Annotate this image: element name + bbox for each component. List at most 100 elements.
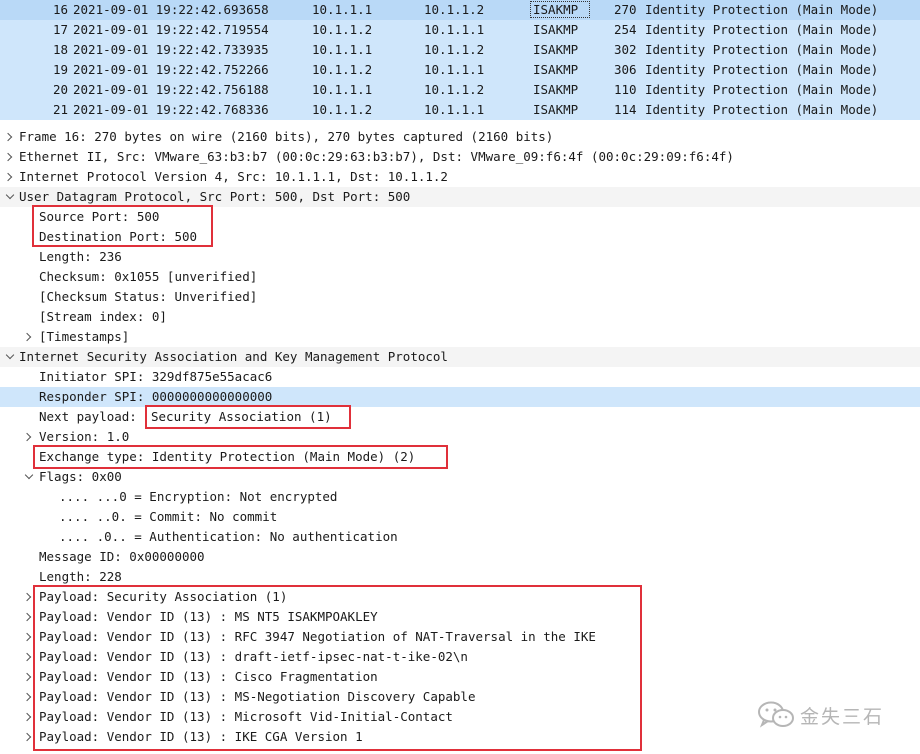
packet-row[interactable]: 19 2021-09-01 19:22:42.752266 10.1.1.2 1… — [0, 60, 920, 80]
tree-item-label: Internet Security Association and Key Ma… — [19, 349, 448, 364]
packet-info: Identity Protection (Main Mode) — [645, 82, 879, 97]
field-label: Next payload: — [39, 409, 145, 424]
packet-destination: 10.1.1.2 — [424, 82, 485, 97]
packet-protocol: ISAKMP — [533, 62, 579, 77]
packet-source: 10.1.1.2 — [312, 102, 373, 117]
highlight-box-ports — [32, 205, 213, 247]
packet-row[interactable]: 21 2021-09-01 19:22:42.768336 10.1.1.2 1… — [0, 100, 920, 120]
field-label: [Stream index: 0] — [39, 309, 167, 324]
field-label: Version: 1.0 — [39, 429, 130, 444]
field-label: .... .0.. = Authentication: No authentic… — [59, 529, 398, 544]
tree-item-ethernet[interactable]: Ethernet II, Src: VMware_63:b3:b7 (00:0c… — [0, 147, 920, 167]
packet-source: 10.1.1.2 — [312, 22, 373, 37]
packet-source: 10.1.1.1 — [312, 2, 373, 17]
packet-row[interactable]: 18 2021-09-01 19:22:42.733935 10.1.1.1 1… — [0, 40, 920, 60]
watermark: 金失三石 — [750, 696, 920, 732]
packet-destination: 10.1.1.2 — [424, 42, 485, 57]
tree-item-label: User Datagram Protocol, Src Port: 500, D… — [19, 189, 411, 204]
packet-info: Identity Protection (Main Mode) — [645, 22, 879, 37]
packet-number: 18 — [52, 42, 68, 57]
packet-source: 10.1.1.1 — [312, 42, 373, 57]
tree-item-label: Frame 16: 270 bytes on wire (2160 bits),… — [19, 129, 554, 144]
packet-number: 21 — [52, 102, 68, 117]
packet-protocol: ISAKMP — [533, 82, 579, 97]
field-label: Checksum: 0x1055 [unverified] — [39, 269, 258, 284]
packet-length: 254 — [614, 22, 637, 37]
packet-info: Identity Protection (Main Mode) — [645, 102, 879, 117]
tree-item-frame[interactable]: Frame 16: 270 bytes on wire (2160 bits),… — [0, 127, 920, 147]
packet-length: 270 — [614, 2, 637, 17]
tree-item-label: Internet Protocol Version 4, Src: 10.1.1… — [19, 169, 448, 184]
field-label: Length: 236 — [39, 249, 122, 264]
tree-item-label: Ethernet II, Src: VMware_63:b3:b7 (00:0c… — [19, 149, 734, 164]
packet-number: 19 — [52, 62, 68, 77]
packet-number: 20 — [52, 82, 68, 97]
wechat-icon — [758, 701, 794, 728]
packet-destination: 10.1.1.2 — [424, 2, 485, 17]
field-label: Initiator SPI: 329df875e55acac6 — [39, 369, 273, 384]
field-label: Message ID: 0x00000000 — [39, 549, 205, 564]
packet-info: Identity Protection (Main Mode) — [645, 62, 879, 77]
tree-item-flag-encryption[interactable]: .... ...0 = Encryption: Not encrypted — [0, 487, 920, 507]
packet-number: 16 — [52, 2, 68, 17]
packet-time: 2021-09-01 19:22:42.752266 — [73, 62, 269, 77]
expand-arrow-icon[interactable] — [23, 427, 35, 447]
tree-item-ipv4[interactable]: Internet Protocol Version 4, Src: 10.1.1… — [0, 167, 920, 187]
packet-length: 114 — [614, 102, 637, 117]
tree-item-message-id[interactable]: Message ID: 0x00000000 — [0, 547, 920, 567]
field-label: Flags: 0x00 — [39, 469, 122, 484]
packet-row[interactable]: 17 2021-09-01 19:22:42.719554 10.1.1.2 1… — [0, 20, 920, 40]
tree-item-checksum[interactable]: Checksum: 0x1055 [unverified] — [0, 267, 920, 287]
tree-item-flag-commit[interactable]: .... ..0. = Commit: No commit — [0, 507, 920, 527]
expand-arrow-icon[interactable] — [23, 327, 35, 347]
packet-protocol: ISAKMP — [533, 22, 579, 37]
expand-arrow-icon[interactable] — [4, 127, 16, 147]
packet-info: Identity Protection (Main Mode) — [645, 42, 879, 57]
packet-protocol: ISAKMP — [533, 102, 579, 117]
packet-source: 10.1.1.2 — [312, 62, 373, 77]
packet-time: 2021-09-01 19:22:42.719554 — [73, 22, 269, 37]
packet-source: 10.1.1.1 — [312, 82, 373, 97]
tree-item-udp-length[interactable]: Length: 236 — [0, 247, 920, 267]
packet-number: 17 — [52, 22, 68, 37]
tree-item-isakmp[interactable]: Internet Security Association and Key Ma… — [0, 347, 920, 367]
tree-item-flag-auth[interactable]: .... .0.. = Authentication: No authentic… — [0, 527, 920, 547]
packet-destination: 10.1.1.1 — [424, 62, 485, 77]
packet-destination: 10.1.1.1 — [424, 22, 485, 37]
packet-time: 2021-09-01 19:22:42.756188 — [73, 82, 269, 97]
expand-arrow-icon[interactable] — [4, 167, 16, 187]
tree-item-flags[interactable]: Flags: 0x00 — [0, 467, 920, 487]
tree-item-initiator-spi[interactable]: Initiator SPI: 329df875e55acac6 — [0, 367, 920, 387]
packet-row[interactable]: 20 2021-09-01 19:22:42.756188 10.1.1.1 1… — [0, 80, 920, 100]
field-label: Length: 228 — [39, 569, 122, 584]
watermark-text: 金失三石 — [800, 706, 885, 728]
highlight-box-next-payload — [145, 405, 351, 429]
tree-item-timestamps[interactable]: [Timestamps] — [0, 327, 920, 347]
tree-item-checksum-status[interactable]: [Checksum Status: Unverified] — [0, 287, 920, 307]
packet-time: 2021-09-01 19:22:42.693658 — [73, 2, 269, 17]
packet-details-pane[interactable]: Frame 16: 270 bytes on wire (2160 bits),… — [0, 122, 920, 754]
expand-arrow-icon[interactable] — [4, 147, 16, 167]
tree-item-responder-spi[interactable]: Responder SPI: 0000000000000000 — [0, 387, 920, 407]
field-label: .... ...0 = Encryption: Not encrypted — [59, 489, 338, 504]
tree-item-isakmp-length[interactable]: Length: 228 — [0, 567, 920, 587]
packet-time: 2021-09-01 19:22:42.733935 — [73, 42, 269, 57]
packet-length: 306 — [614, 62, 637, 77]
packet-length: 302 — [614, 42, 637, 57]
packet-length: 110 — [614, 82, 637, 97]
packet-list[interactable]: 16 2021-09-01 19:22:42.693658 10.1.1.1 1… — [0, 0, 920, 120]
highlight-box-payloads — [33, 585, 642, 751]
collapse-arrow-icon[interactable] — [4, 347, 16, 367]
field-label: [Checksum Status: Unverified] — [39, 289, 258, 304]
tree-item-udp[interactable]: User Datagram Protocol, Src Port: 500, D… — [0, 187, 920, 207]
tree-item-stream-index[interactable]: [Stream index: 0] — [0, 307, 920, 327]
field-label: Responder SPI: 0000000000000000 — [39, 389, 273, 404]
packet-row[interactable]: 16 2021-09-01 19:22:42.693658 10.1.1.1 1… — [0, 0, 920, 20]
packet-time: 2021-09-01 19:22:42.768336 — [73, 102, 269, 117]
field-label: .... ..0. = Commit: No commit — [59, 509, 278, 524]
tree-item-next-payload[interactable]: Next payload: Security Association (1) — [0, 407, 920, 427]
collapse-arrow-icon[interactable] — [23, 467, 35, 487]
tree-item-version[interactable]: Version: 1.0 — [0, 427, 920, 447]
collapse-arrow-icon[interactable] — [4, 187, 16, 207]
field-label: [Timestamps] — [39, 329, 130, 344]
